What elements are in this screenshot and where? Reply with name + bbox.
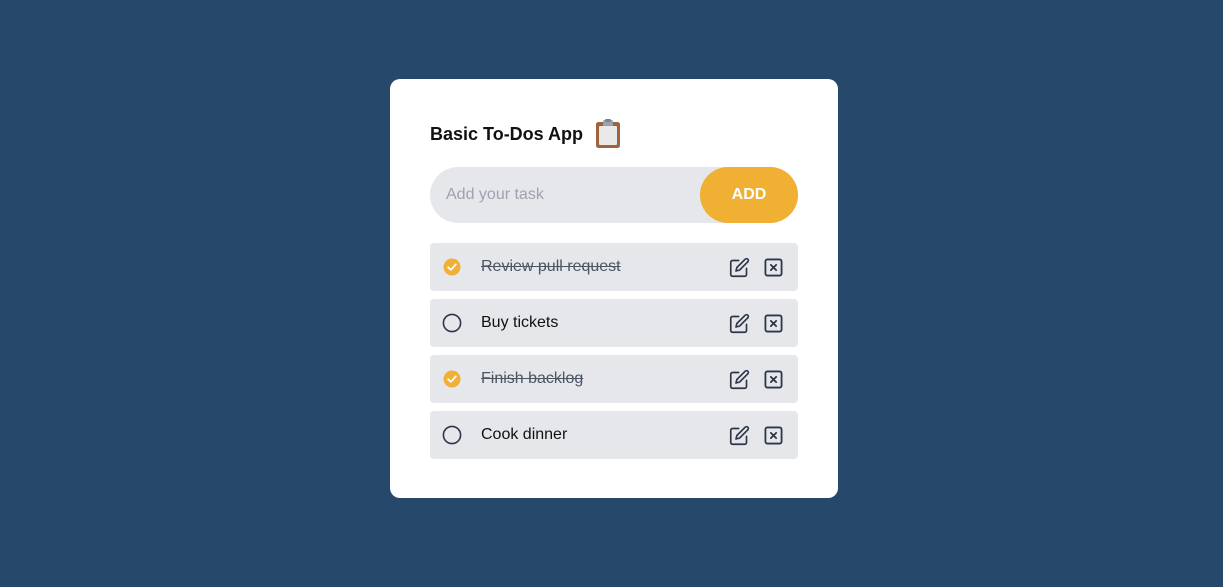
task-actions <box>728 312 784 334</box>
task-item: Review pull request <box>430 243 798 291</box>
circle-icon[interactable] <box>442 313 462 333</box>
task-item: Cook dinner <box>430 411 798 459</box>
task-item: Buy tickets <box>430 299 798 347</box>
delete-icon[interactable] <box>762 312 784 334</box>
title-row: Basic To-Dos App <box>430 119 798 149</box>
clipboard-icon <box>596 119 621 148</box>
task-actions <box>728 256 784 278</box>
task-text[interactable]: Cook dinner <box>481 426 728 444</box>
delete-icon[interactable] <box>762 256 784 278</box>
add-task-form: ADD <box>430 167 798 223</box>
task-list: Review pull request Buy tickets Finish b… <box>430 243 798 459</box>
delete-icon[interactable] <box>762 424 784 446</box>
check-circle-icon[interactable] <box>442 257 462 277</box>
todo-card: Basic To-Dos App ADD Review pull request… <box>390 79 838 498</box>
delete-icon[interactable] <box>762 368 784 390</box>
task-text[interactable]: Buy tickets <box>481 314 728 332</box>
edit-icon[interactable] <box>728 256 750 278</box>
task-text[interactable]: Review pull request <box>481 258 728 276</box>
check-circle-icon[interactable] <box>442 369 462 389</box>
task-input[interactable] <box>430 167 700 223</box>
edit-icon[interactable] <box>728 312 750 334</box>
edit-icon[interactable] <box>728 368 750 390</box>
circle-icon[interactable] <box>442 425 462 445</box>
task-actions <box>728 424 784 446</box>
task-text[interactable]: Finish backlog <box>481 370 728 388</box>
edit-icon[interactable] <box>728 424 750 446</box>
page-title: Basic To-Dos App <box>430 123 584 144</box>
task-actions <box>728 368 784 390</box>
add-button[interactable]: ADD <box>700 167 798 223</box>
task-item: Finish backlog <box>430 355 798 403</box>
